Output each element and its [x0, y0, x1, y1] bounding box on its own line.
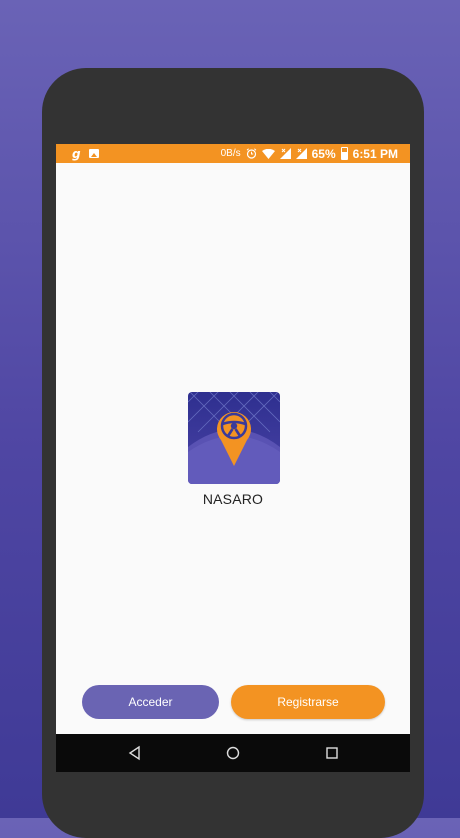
signal-icon: [279, 148, 291, 159]
battery-percent: 65%: [311, 146, 336, 161]
image-icon: [88, 149, 99, 158]
clock: 6:51 PM: [352, 146, 398, 161]
status-bar: g 0B/s 65% 6:51 PM: [56, 144, 410, 163]
battery-icon: [340, 147, 348, 160]
login-button[interactable]: Acceder: [82, 685, 219, 719]
recents-icon[interactable]: [324, 745, 340, 761]
nasaro-logo: [188, 392, 280, 484]
app-screen: g 0B/s 65% 6:51 PM NASARO Acceder Regist…: [56, 144, 410, 772]
app-name: NASARO: [202, 491, 264, 507]
g-icon: g: [72, 146, 81, 161]
back-icon[interactable]: [127, 745, 143, 761]
home-icon[interactable]: [225, 745, 241, 761]
alarm-icon: [246, 148, 256, 159]
signal-icon-2: [295, 148, 307, 159]
network-speed: 0B/s: [220, 148, 241, 159]
register-button[interactable]: Registrarse: [231, 685, 385, 719]
wifi-icon: [261, 148, 275, 159]
navigation-bar: [56, 734, 410, 772]
